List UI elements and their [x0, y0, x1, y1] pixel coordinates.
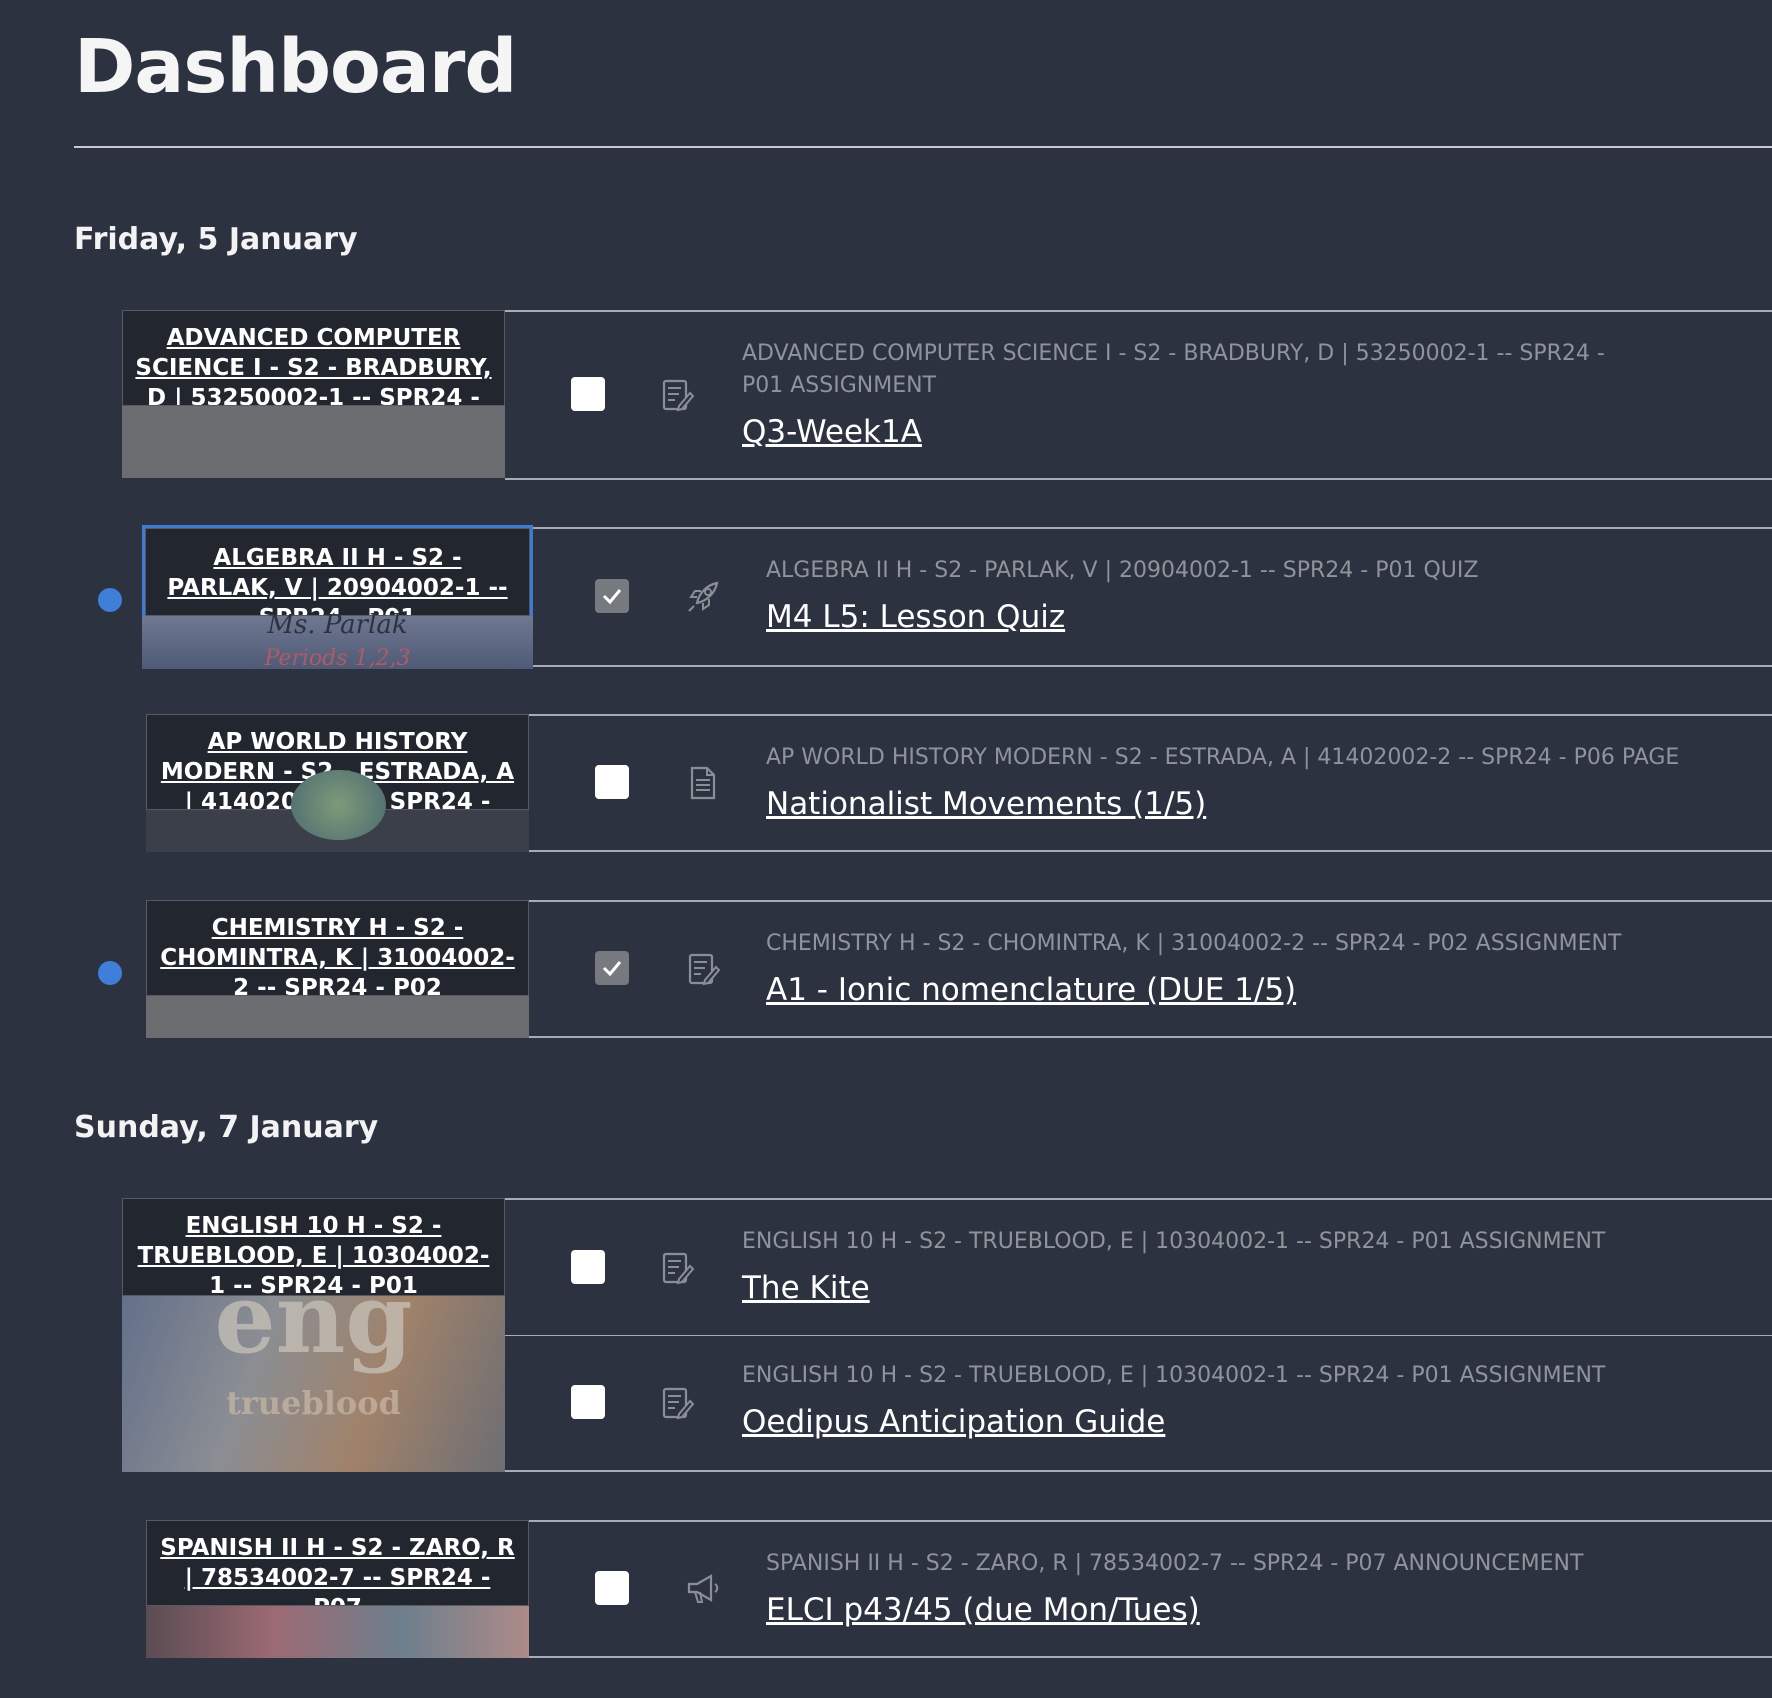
- new-activity-dot: [98, 961, 122, 985]
- course-card-chemistry[interactable]: CHEMISTRY H - S2 - CHOMINTRA, K | 310040…: [146, 900, 529, 1038]
- item-title-link[interactable]: M4 L5: Lesson Quiz: [766, 599, 1065, 635]
- planner-item: ALGEBRA II H - S2 - PARLAK, V | 20904002…: [533, 527, 1772, 667]
- globe-image: [291, 770, 386, 840]
- course-card-image: Ms. Parlak Periods 1,2,3: [142, 610, 533, 669]
- page-icon: [690, 766, 716, 800]
- complete-checkbox[interactable]: [595, 765, 629, 799]
- course-card-image: [122, 406, 505, 478]
- complete-checkbox[interactable]: [571, 1249, 605, 1284]
- item-course-meta: ALGEBRA II H - S2 - PARLAK, V | 20904002…: [766, 558, 1479, 583]
- quiz-rocket-icon: [688, 581, 719, 612]
- assignment-icon: [688, 953, 721, 986]
- planner-item: ENGLISH 10 H - S2 - TRUEBLOOD, E | 10304…: [505, 1336, 1772, 1472]
- item-course-meta: AP WORLD HISTORY MODERN - S2 - ESTRADA, …: [766, 745, 1680, 770]
- course-card-image-text: Periods 1,2,3: [264, 646, 411, 669]
- complete-checkbox[interactable]: [595, 1571, 629, 1605]
- item-title-link[interactable]: Nationalist Movements (1/5): [766, 786, 1206, 822]
- course-card-header: CHEMISTRY H - S2 - CHOMINTRA, K | 310040…: [146, 900, 529, 996]
- assignment-icon: [662, 1387, 695, 1420]
- course-card-advanced-computer-science[interactable]: ADVANCED COMPUTER SCIENCE I - S2 - BRADB…: [122, 310, 505, 478]
- course-card-image: [146, 1606, 529, 1658]
- planner-item: CHEMISTRY H - S2 - CHOMINTRA, K | 310040…: [529, 900, 1772, 1038]
- item-course-meta: ENGLISH 10 H - S2 - TRUEBLOOD, E | 10304…: [742, 1363, 1606, 1388]
- assignment-icon: [662, 1252, 695, 1284]
- title-divider: [74, 146, 1772, 148]
- course-card-link[interactable]: CHEMISTRY H - S2 - CHOMINTRA, K | 310040…: [147, 901, 528, 995]
- course-card-image-text: Ms. Parlak: [267, 610, 408, 640]
- page-title: Dashboard: [74, 24, 517, 110]
- complete-checkbox[interactable]: [571, 377, 605, 411]
- item-title-link[interactable]: ELCI p43/45 (due Mon/Tues): [766, 1592, 1200, 1628]
- course-card-header: ALGEBRA II H - S2 - PARLAK, V | 20904002…: [145, 528, 530, 616]
- complete-checkbox[interactable]: [595, 579, 629, 613]
- course-card-header: ADVANCED COMPUTER SCIENCE I - S2 - BRADB…: [122, 310, 505, 406]
- course-card-algebra[interactable]: ALGEBRA II H - S2 - PARLAK, V | 20904002…: [142, 525, 533, 669]
- assignment-icon: [662, 379, 695, 412]
- new-activity-dot: [98, 588, 122, 612]
- course-card-header: SPANISH II H - S2 - ZARO, R | 78534002-7…: [146, 1520, 529, 1606]
- course-card-ap-world-history[interactable]: AP WORLD HISTORY MODERN - S2 - ESTRADA, …: [146, 714, 529, 852]
- planner-item: ADVANCED COMPUTER SCIENCE I - S2 - BRADB…: [505, 310, 1772, 480]
- course-card-image-text: trueblood: [226, 1384, 401, 1422]
- checkmark-icon: [602, 961, 622, 977]
- item-course-meta: ADVANCED COMPUTER SCIENCE I - S2 - BRADB…: [742, 341, 1605, 398]
- planner-item: SPANISH II H - S2 - ZARO, R | 78534002-7…: [529, 1520, 1772, 1658]
- item-course-meta: ENGLISH 10 H - S2 - TRUEBLOOD, E | 10304…: [742, 1229, 1606, 1254]
- checkmark-icon: [602, 589, 622, 605]
- day-heading-friday: Friday, 5 January: [74, 222, 358, 257]
- course-card-image: eng trueblood: [122, 1262, 505, 1472]
- item-title-link[interactable]: The Kite: [742, 1270, 870, 1306]
- planner-item: ENGLISH 10 H - S2 - TRUEBLOOD, E | 10304…: [505, 1198, 1772, 1336]
- complete-checkbox[interactable]: [595, 951, 629, 985]
- course-card-link[interactable]: ALGEBRA II H - S2 - PARLAK, V | 20904002…: [146, 529, 529, 615]
- item-course-meta: CHEMISTRY H - S2 - CHOMINTRA, K | 310040…: [766, 931, 1622, 956]
- complete-checkbox[interactable]: [571, 1385, 605, 1419]
- item-title-link[interactable]: A1 - Ionic nomenclature (DUE 1/5): [766, 972, 1296, 1008]
- course-card-spanish[interactable]: SPANISH II H - S2 - ZARO, R | 78534002-7…: [146, 1520, 529, 1658]
- item-title-link[interactable]: Oedipus Anticipation Guide: [742, 1404, 1165, 1440]
- announcement-icon: [687, 1574, 719, 1603]
- day-heading-sunday: Sunday, 7 January: [74, 1110, 379, 1145]
- course-card-image-text: eng: [214, 1262, 413, 1375]
- course-card-image: [146, 996, 529, 1038]
- course-card-link[interactable]: ADVANCED COMPUTER SCIENCE I - S2 - BRADB…: [123, 311, 504, 405]
- course-card-link[interactable]: SPANISH II H - S2 - ZARO, R | 78534002-7…: [147, 1521, 528, 1605]
- item-course-meta: SPANISH II H - S2 - ZARO, R | 78534002-7…: [766, 1551, 1584, 1576]
- course-card-english[interactable]: ENGLISH 10 H - S2 - TRUEBLOOD, E | 10304…: [122, 1198, 505, 1472]
- course-card-image: [146, 770, 529, 852]
- planner-item: AP WORLD HISTORY MODERN - S2 - ESTRADA, …: [529, 714, 1772, 852]
- item-title-link[interactable]: Q3-Week1A: [742, 414, 922, 450]
